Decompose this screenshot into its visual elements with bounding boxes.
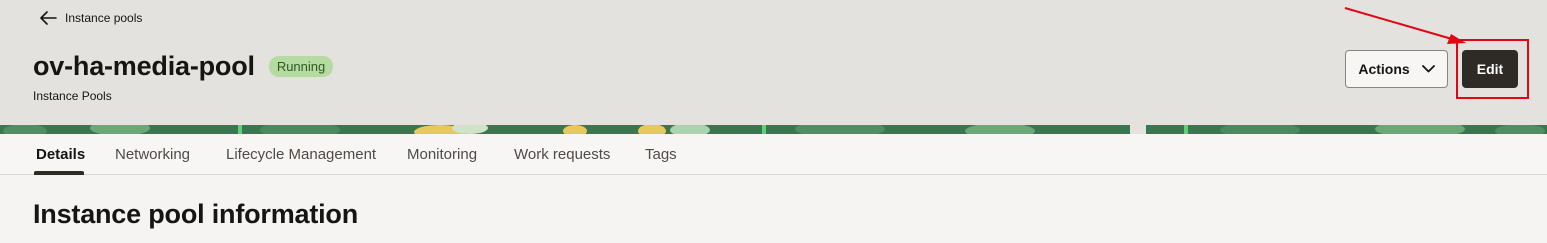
arrow-left-icon [40,11,57,25]
tab-details[interactable]: Details [36,146,85,163]
tab-networking[interactable]: Networking [115,146,190,163]
actions-button[interactable]: Actions [1345,50,1448,88]
status-badge: Running [268,56,334,77]
chevron-down-icon [1421,65,1435,73]
section-title: Instance pool information [33,199,359,229]
page-header: Instance pools ov-ha-media-pool Running … [0,0,1547,125]
tab-work-requests[interactable]: Work requests [514,146,610,163]
decorative-banner [0,125,1547,134]
back-link-label: Instance pools [65,11,143,25]
active-tab-indicator [34,171,84,175]
page-subtitle: Instance Pools [33,89,112,103]
page-title: ov-ha-media-pool [33,51,255,81]
back-link[interactable]: Instance pools [40,11,142,25]
tab-lifecycle-management[interactable]: Lifecycle Management [226,146,376,163]
tab-bar: Details Networking Lifecycle Management … [0,134,1547,175]
title-row: ov-ha-media-pool Running [33,51,334,82]
actions-button-label: Actions [1358,61,1410,77]
tab-monitoring[interactable]: Monitoring [407,146,477,163]
annotation-highlight-box [1456,39,1529,99]
tab-tags[interactable]: Tags [645,146,677,163]
